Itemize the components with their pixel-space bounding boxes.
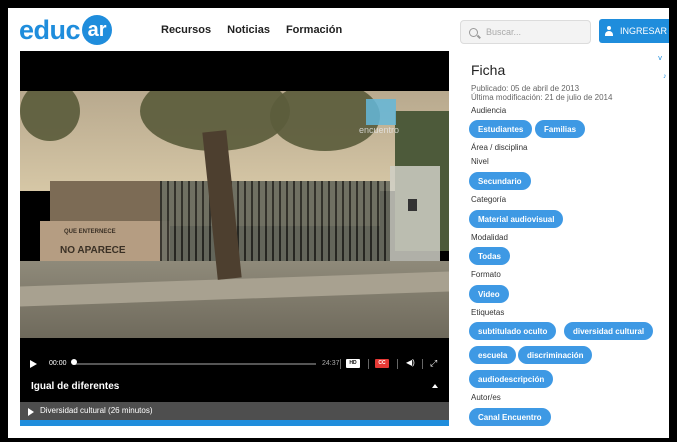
tag-categoria[interactable]: Material audiovisual — [469, 210, 564, 228]
player-controls: 00:00 24:37 HD CC ◀) ⤢ — [20, 356, 449, 374]
section-formato: Formato — [471, 270, 501, 279]
search-box[interactable] — [460, 20, 591, 44]
audio-description-icon[interactable]: ♪ — [663, 73, 667, 80]
tag-formato[interactable]: Video — [469, 285, 509, 303]
channel-logo-icon — [366, 99, 396, 125]
logo-badge: ar — [82, 15, 113, 45]
video-title: Igual de diferentes — [31, 381, 120, 392]
logo-text: educ — [19, 14, 81, 45]
section-modalidad: Modalidad — [471, 233, 508, 242]
total-time: 24:37 — [322, 360, 340, 367]
tag-etiqueta[interactable]: audiodescripción — [469, 370, 554, 388]
nav-noticias[interactable]: Noticias — [227, 24, 270, 36]
graffiti-text-top: QUE ENTERNECE — [64, 229, 116, 235]
nav-recursos[interactable]: Recursos — [161, 24, 211, 36]
section-categoria: Categoría — [471, 195, 507, 204]
current-time: 00:00 — [49, 360, 67, 367]
tag-etiqueta[interactable]: diversidad cultural — [564, 322, 654, 340]
video-scene-wall — [40, 221, 170, 266]
section-area: Área / disciplina — [471, 143, 528, 152]
tag-audiencia[interactable]: Familias — [535, 120, 586, 138]
poster-photo — [408, 199, 417, 211]
section-audiencia: Audiencia — [471, 106, 507, 115]
section-etiquetas: Etiquetas — [471, 308, 505, 317]
search-input[interactable] — [486, 27, 586, 37]
tag-etiqueta[interactable]: discriminación — [518, 346, 593, 364]
ficha-panel: ⅴ ♪ Ficha Publicado: 05 de abril de 2013… — [468, 52, 669, 438]
graffiti-text-bottom: NO APARECE — [60, 245, 126, 256]
tag-modalidad[interactable]: Todas — [469, 247, 510, 265]
user-icon — [604, 26, 614, 36]
search-icon — [469, 27, 478, 37]
control-divider — [368, 359, 369, 369]
progress-bar[interactable] — [73, 363, 316, 365]
playlist-play-icon — [28, 408, 34, 416]
video-scene-poster — [390, 166, 440, 261]
playlist-item[interactable]: Diversidad cultural (26 minutos) — [20, 402, 449, 421]
fullscreen-icon[interactable]: ⤢ — [430, 358, 437, 369]
nav-formacion[interactable]: Formación — [286, 24, 342, 36]
modified-date: Última modificación: 21 de julio de 2014 — [471, 93, 613, 102]
control-divider — [422, 359, 423, 369]
playlist-item-label: Diversidad cultural (26 minutos) — [40, 406, 153, 415]
video-player: QUE ENTERNECE NO APARECE encuentro 00:00… — [20, 51, 449, 426]
playlist-accent-bar — [20, 420, 449, 426]
published-date: Publicado: 05 de abril de 2013 — [471, 84, 580, 93]
tag-etiqueta[interactable]: subtitulado oculto — [469, 322, 557, 340]
login-label: INGRESAR — [619, 26, 667, 36]
hd-toggle[interactable]: HD — [346, 359, 360, 368]
ficha-title: Ficha — [471, 62, 506, 78]
channel-watermark: encuentro — [359, 125, 400, 135]
site-header: educ ar Recursos Noticias Formación INGR… — [8, 8, 669, 52]
chevron-up-icon[interactable] — [432, 384, 438, 388]
tag-autor[interactable]: Canal Encuentro — [469, 408, 551, 426]
main-nav: Recursos Noticias Formación — [161, 24, 342, 36]
tag-nivel[interactable]: Secundario — [469, 172, 531, 190]
scrub-handle[interactable] — [71, 359, 77, 365]
control-divider — [340, 359, 341, 369]
play-icon[interactable] — [30, 360, 37, 368]
tag-etiqueta[interactable]: escuela — [469, 346, 517, 364]
educar-logo[interactable]: educ ar — [19, 14, 113, 46]
section-nivel: Nivel — [471, 157, 489, 166]
video-title-bar: Igual de diferentes — [20, 378, 449, 396]
section-autor: Autor/es — [471, 393, 501, 402]
control-divider — [397, 359, 398, 369]
captions-toggle[interactable]: CC — [375, 359, 389, 368]
video-frame[interactable]: QUE ENTERNECE NO APARECE encuentro — [20, 91, 449, 338]
tag-audiencia[interactable]: Estudiantes — [469, 120, 533, 138]
page-frame: educ ar Recursos Noticias Formación INGR… — [8, 8, 669, 438]
accessibility-icon[interactable]: ⅴ — [658, 54, 662, 62]
volume-icon[interactable]: ◀) — [406, 358, 415, 367]
login-button[interactable]: INGRESAR — [599, 19, 669, 43]
video-scene-gate — [160, 181, 390, 266]
